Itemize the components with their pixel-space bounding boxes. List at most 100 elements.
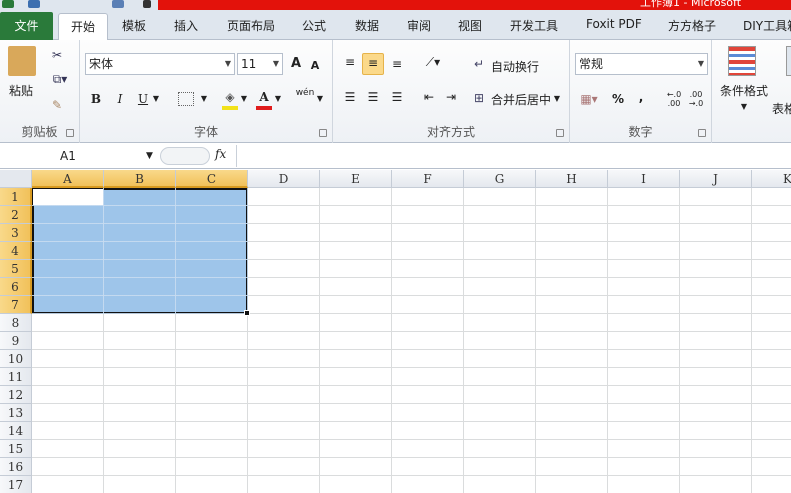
formula-input[interactable] bbox=[236, 145, 791, 167]
column-header-b[interactable]: B bbox=[104, 170, 176, 188]
tab-fangfang[interactable]: 方方格子 bbox=[668, 17, 716, 34]
number-format-combo[interactable]: 常规 ▼ bbox=[575, 53, 708, 75]
row-header-13[interactable]: 13 bbox=[0, 404, 32, 422]
align-middle-icon[interactable]: ≡ bbox=[362, 53, 384, 75]
clipboard-launcher-icon[interactable] bbox=[66, 129, 74, 137]
copy-icon[interactable]: ⧉▾ bbox=[46, 70, 74, 88]
row-header-1[interactable]: 1 bbox=[0, 188, 32, 206]
decrease-indent-icon[interactable]: ⇤ bbox=[419, 88, 439, 106]
tab-template[interactable]: 模板 bbox=[122, 17, 146, 34]
row-header-8[interactable]: 8 bbox=[0, 314, 32, 332]
chevron-down-icon[interactable]: ▼ bbox=[316, 90, 324, 108]
chevron-down-icon[interactable]: ▼ bbox=[274, 90, 282, 108]
tab-diy-toolbox[interactable]: DIY工具箱 bbox=[743, 17, 791, 34]
row-header-6[interactable]: 6 bbox=[0, 278, 32, 296]
row-header-7[interactable]: 7 bbox=[0, 296, 32, 314]
format-painter-icon[interactable]: ✎ bbox=[48, 96, 66, 114]
row-header-11[interactable]: 11 bbox=[0, 368, 32, 386]
save-icon[interactable] bbox=[28, 0, 40, 8]
row-header-5[interactable]: 5 bbox=[0, 260, 32, 278]
increase-indent-icon[interactable]: ⇥ bbox=[441, 88, 461, 106]
chevron-down-icon[interactable]: ▼ bbox=[200, 90, 208, 108]
quick-access-dropdown-icon[interactable] bbox=[143, 0, 151, 8]
row-header-4[interactable]: 4 bbox=[0, 242, 32, 260]
font-launcher-icon[interactable] bbox=[319, 129, 327, 137]
tab-page-layout[interactable]: 页面布局 bbox=[227, 17, 275, 34]
tab-home[interactable]: 开始 bbox=[58, 13, 108, 41]
table-format-button[interactable]: 表格 bbox=[772, 100, 791, 117]
row-header-3[interactable]: 3 bbox=[0, 224, 32, 242]
worksheet-grid[interactable]: ABCDEFGHIJK 1 2 3 4 5 6 7 8 9 10 11 12 13 14 15 16 17 bbox=[0, 170, 791, 493]
row-header-15[interactable]: 15 bbox=[0, 440, 32, 458]
merge-center-button[interactable]: 合并后居中 bbox=[491, 91, 551, 108]
conditional-format-icon[interactable] bbox=[728, 46, 756, 76]
font-size-combo[interactable]: 11 ▼ bbox=[237, 53, 283, 75]
increase-decimal-icon[interactable]: ←.0.00 bbox=[664, 90, 684, 108]
align-right-icon[interactable]: ☰ bbox=[387, 88, 407, 106]
border-icon[interactable] bbox=[178, 92, 194, 106]
tab-review[interactable]: 审阅 bbox=[407, 17, 431, 34]
bold-button[interactable]: B bbox=[88, 90, 104, 108]
shrink-font-icon[interactable]: A bbox=[308, 57, 322, 75]
merge-center-icon[interactable]: ⊞ bbox=[471, 89, 487, 107]
alignment-launcher-icon[interactable] bbox=[556, 129, 564, 137]
selection-range[interactable] bbox=[32, 188, 248, 314]
name-box[interactable]: A1 ▼ bbox=[0, 146, 158, 166]
chevron-down-icon[interactable]: ▼ bbox=[240, 90, 248, 108]
row-header-9[interactable]: 9 bbox=[0, 332, 32, 350]
tab-developer[interactable]: 开发工具 bbox=[510, 17, 558, 34]
align-left-icon[interactable]: ☰ bbox=[340, 88, 360, 106]
column-header-f[interactable]: F bbox=[392, 170, 464, 188]
fill-color-icon[interactable]: ◈ bbox=[222, 88, 238, 110]
paste-icon[interactable] bbox=[8, 46, 36, 76]
select-all-button[interactable] bbox=[0, 170, 32, 188]
row-header-10[interactable]: 10 bbox=[0, 350, 32, 368]
comma-button[interactable]: , bbox=[636, 88, 646, 106]
italic-button[interactable]: I bbox=[112, 90, 128, 108]
conditional-format-button[interactable]: 条件格式 bbox=[720, 82, 768, 99]
percent-button[interactable]: % bbox=[610, 90, 626, 108]
tab-view[interactable]: 视图 bbox=[458, 17, 482, 34]
align-bottom-icon[interactable]: ≡ bbox=[387, 55, 407, 73]
number-launcher-icon[interactable] bbox=[698, 129, 706, 137]
quick-access-icon[interactable] bbox=[112, 0, 124, 8]
tab-foxit-pdf[interactable]: Foxit PDF bbox=[586, 17, 642, 31]
chevron-down-icon[interactable]: ▼ bbox=[740, 98, 748, 116]
font-name-combo[interactable]: 宋体 ▼ bbox=[85, 53, 235, 75]
chevron-down-icon[interactable]: ▼ bbox=[152, 90, 160, 108]
tab-data[interactable]: 数据 bbox=[355, 17, 379, 34]
wrap-text-button[interactable]: 自动换行 bbox=[491, 58, 539, 75]
row-header-14[interactable]: 14 bbox=[0, 422, 32, 440]
row-header-12[interactable]: 12 bbox=[0, 386, 32, 404]
row-header-16[interactable]: 16 bbox=[0, 458, 32, 476]
orientation-icon[interactable]: ⟋▾ bbox=[421, 53, 445, 71]
row-header-2[interactable]: 2 bbox=[0, 206, 32, 224]
underline-button[interactable]: U bbox=[135, 90, 151, 108]
paste-label[interactable]: 粘贴 bbox=[9, 82, 33, 99]
tab-insert[interactable]: 插入 bbox=[174, 17, 198, 34]
font-color-icon[interactable]: A bbox=[256, 88, 272, 110]
column-header-c[interactable]: C bbox=[176, 170, 248, 188]
tab-formulas[interactable]: 公式 bbox=[302, 17, 326, 34]
column-header-a[interactable]: A bbox=[32, 170, 104, 188]
formula-bar-splitter[interactable] bbox=[160, 147, 210, 165]
chevron-down-icon[interactable]: ▼ bbox=[553, 90, 561, 108]
align-center-icon[interactable]: ☰ bbox=[363, 88, 383, 106]
currency-icon[interactable]: ▦▾ bbox=[576, 90, 602, 108]
chevron-down-icon[interactable]: ▼ bbox=[146, 146, 153, 166]
column-header-h[interactable]: H bbox=[536, 170, 608, 188]
insert-function-icon[interactable]: fx bbox=[215, 147, 226, 161]
decrease-decimal-icon[interactable]: .00 →.0 bbox=[686, 90, 706, 108]
column-header-i[interactable]: I bbox=[608, 170, 680, 188]
fill-handle[interactable] bbox=[244, 310, 250, 316]
cut-icon[interactable]: ✂ bbox=[48, 46, 66, 64]
wrap-text-icon[interactable]: ↵ bbox=[471, 55, 487, 73]
grow-font-icon[interactable]: A bbox=[288, 55, 304, 73]
align-top-icon[interactable]: ≡ bbox=[340, 53, 360, 71]
table-format-icon[interactable] bbox=[786, 46, 791, 76]
column-header-g[interactable]: G bbox=[464, 170, 536, 188]
active-cell[interactable] bbox=[33, 189, 103, 205]
tab-file[interactable]: 文件 bbox=[0, 12, 53, 40]
column-header-k[interactable]: K bbox=[752, 170, 791, 188]
row-header-17[interactable]: 17 bbox=[0, 476, 32, 493]
